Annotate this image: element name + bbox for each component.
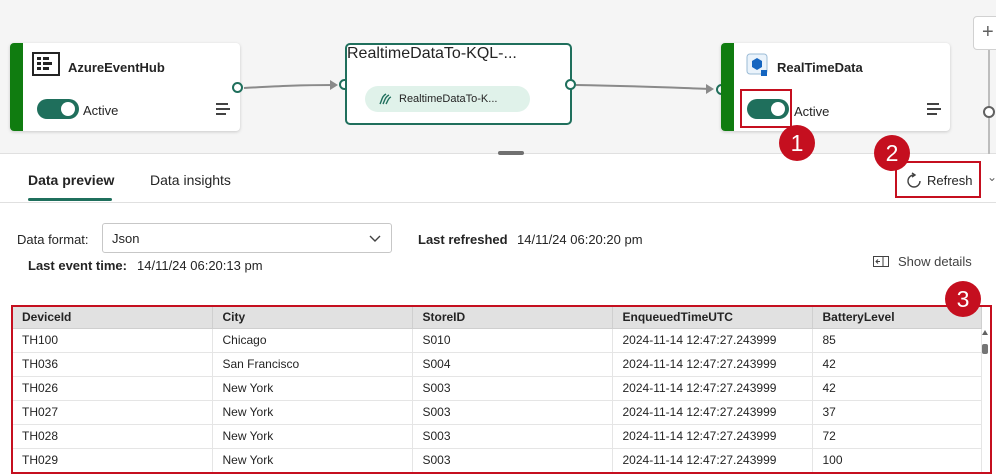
node-title: RealtimeDataTo-KQL-...	[347, 45, 517, 62]
toggle-label: Active	[794, 104, 830, 119]
tabs-divider	[0, 202, 996, 203]
source-node-azure-event-hub[interactable]: AzureEventHub Active	[10, 43, 240, 131]
chevron-down-icon[interactable]: ⌄	[987, 170, 996, 184]
active-toggle[interactable]	[37, 99, 79, 119]
operator-node[interactable]: RealtimeDataTo-KQL-... RealtimeDataTo-K.…	[345, 43, 572, 125]
annotation-badge-3: 3	[945, 281, 981, 317]
node-menu-icon[interactable]	[216, 103, 230, 115]
chevron-down-icon	[369, 235, 381, 242]
chip-label: RealtimeDataTo-K...	[399, 93, 498, 105]
zoom-in-button[interactable]: +	[973, 16, 996, 50]
annotation-badge-2: 2	[874, 135, 910, 171]
annotation-box-table	[11, 305, 992, 474]
stream-icon	[379, 93, 392, 105]
eventstream-canvas[interactable]: AzureEventHub Active RealtimeDataTo-KQL-…	[0, 0, 996, 155]
toggle-label: Active	[83, 103, 119, 118]
output-port[interactable]	[565, 79, 576, 90]
tab-data-insights[interactable]: Data insights	[150, 172, 231, 188]
node-menu-icon[interactable]	[927, 103, 941, 115]
output-port[interactable]	[232, 82, 243, 93]
annotation-badge-1: 1	[779, 125, 815, 161]
node-status-bar	[721, 43, 734, 131]
zoom-slider-track[interactable]	[988, 50, 990, 154]
node-title: RealTimeData	[777, 60, 863, 75]
details-panel-icon	[873, 256, 889, 267]
data-format-value: Json	[112, 231, 140, 246]
last-event-label: Last event time:	[28, 258, 127, 273]
show-details-button[interactable]: Show details	[873, 253, 983, 271]
operator-chip[interactable]: RealtimeDataTo-K...	[365, 86, 530, 112]
annotation-box-refresh	[895, 161, 981, 198]
panel-resize-handle[interactable]	[498, 151, 524, 155]
active-tab-indicator	[28, 198, 112, 201]
data-format-label: Data format:	[17, 232, 89, 247]
last-refreshed-label: Last refreshed	[418, 232, 508, 247]
tab-data-preview[interactable]: Data preview	[28, 172, 114, 188]
annotation-box-toggle	[740, 89, 792, 128]
last-refreshed-value: 14/11/24 06:20:20 pm	[517, 232, 643, 247]
node-status-bar	[10, 43, 23, 131]
zoom-slider-thumb[interactable]	[983, 106, 995, 118]
plus-icon: +	[982, 21, 994, 43]
node-title: AzureEventHub	[68, 60, 165, 75]
data-format-dropdown[interactable]: Json	[102, 223, 392, 253]
last-event-value: 14/11/24 06:20:13 pm	[137, 258, 263, 273]
event-hub-icon	[32, 52, 60, 76]
kql-database-icon	[746, 53, 768, 76]
show-details-label: Show details	[898, 254, 972, 269]
